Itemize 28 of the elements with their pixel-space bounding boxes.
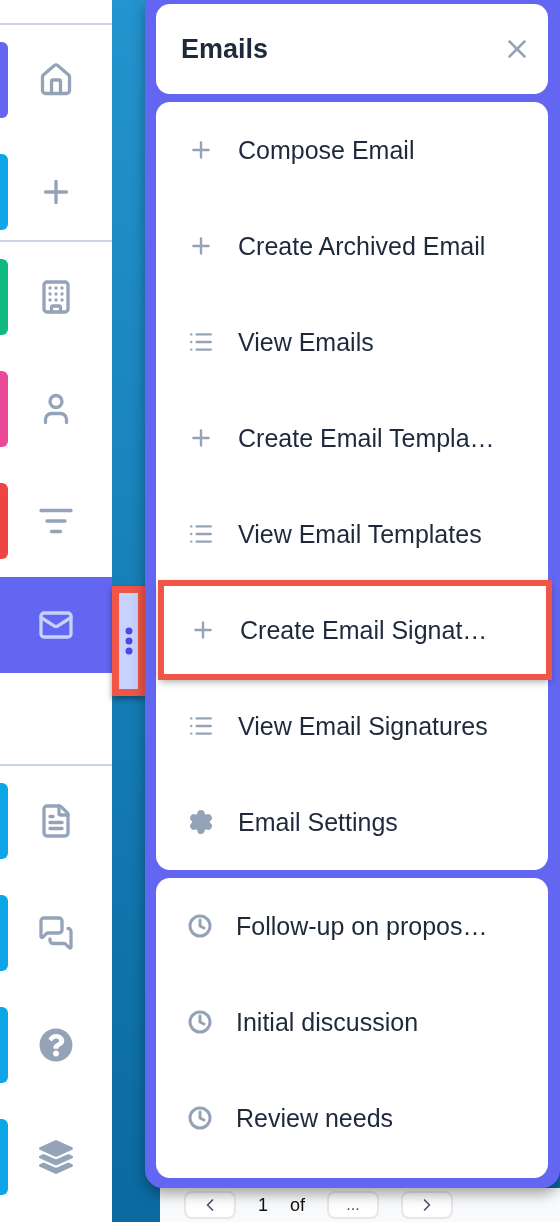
- menu-item[interactable]: Create Email Signat…: [160, 582, 550, 678]
- chat-icon: [38, 915, 74, 951]
- menu-item[interactable]: View Email Templates: [156, 486, 548, 582]
- panel-title: Emails: [181, 33, 269, 65]
- more-pages-button[interactable]: ...: [327, 1191, 380, 1219]
- menu-item[interactable]: Compose Email: [156, 102, 548, 198]
- menu-item[interactable]: Create Email Templa…: [156, 390, 548, 486]
- menu-item[interactable]: View Emails: [156, 294, 548, 390]
- recent-item[interactable]: Follow-up on propos…: [156, 878, 548, 974]
- sidebar-item[interactable]: [0, 577, 112, 673]
- recent-item[interactable]: Review needs: [156, 1070, 548, 1166]
- layers-icon: [39, 1140, 73, 1174]
- kebab-icon: [124, 627, 133, 655]
- home-icon: [38, 62, 74, 98]
- page-number: 1: [258, 1194, 268, 1216]
- gear-icon: [188, 809, 214, 835]
- clock-icon: [188, 1106, 212, 1130]
- previous-page-button[interactable]: [184, 1191, 236, 1219]
- page-of-label: of: [290, 1194, 306, 1216]
- help-icon: [39, 1028, 73, 1062]
- recent-item[interactable]: Initial discussion: [156, 974, 548, 1070]
- clock-icon: [188, 1010, 212, 1034]
- menu-item[interactable]: View Email Signatures: [156, 678, 548, 774]
- clock-icon: [188, 914, 212, 938]
- drag-handle[interactable]: [112, 586, 145, 696]
- next-page-button[interactable]: [401, 1191, 454, 1219]
- menu-item[interactable]: Create Archived Email: [156, 198, 548, 294]
- menu-item[interactable]: Email Settings: [156, 774, 548, 870]
